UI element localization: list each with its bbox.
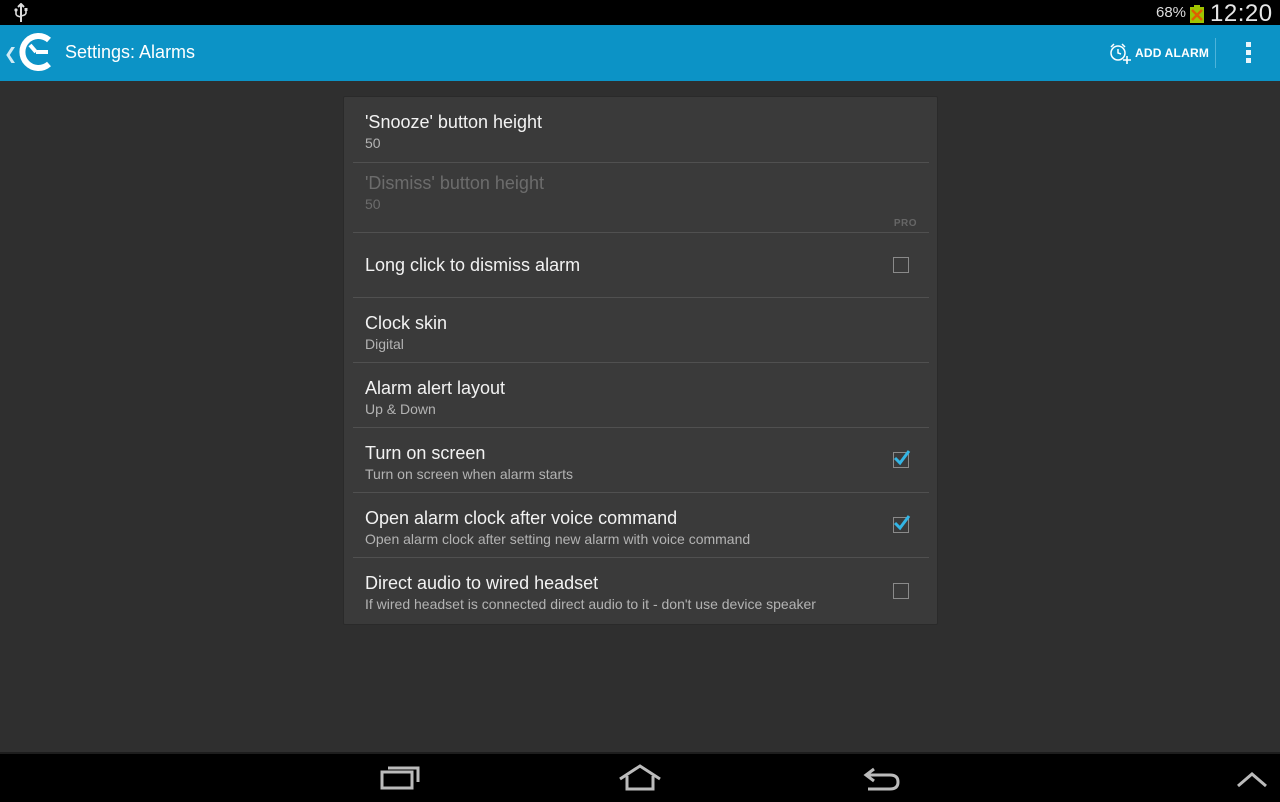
- battery-icon: [1190, 5, 1204, 23]
- setting-value: Up & Down: [365, 401, 436, 417]
- action-bar: ❮ Settings: Alarms ADD ALARM: [0, 25, 1280, 81]
- checkmark-icon: [893, 515, 911, 531]
- setting-title: 'Snooze' button height: [365, 112, 543, 132]
- setting-clock-skin[interactable]: Clock skin Digital: [353, 298, 929, 363]
- setting-summary: If wired headset is connected direct aud…: [365, 596, 816, 612]
- setting-value: 50: [365, 196, 381, 212]
- setting-summary: Turn on screen when alarm starts: [365, 466, 574, 482]
- home-icon[interactable]: [618, 762, 662, 794]
- setting-long-click-dismiss[interactable]: Long click to dismiss alarm: [353, 233, 929, 298]
- turn-on-screen-checkbox[interactable]: [893, 450, 911, 468]
- setting-title: Clock skin: [365, 313, 448, 333]
- setting-title: Turn on screen: [365, 443, 486, 463]
- setting-title: Alarm alert layout: [365, 378, 506, 398]
- settings-card: 'Snooze' button height 50 'Dismiss' butt…: [343, 96, 938, 625]
- setting-turn-on-screen[interactable]: Turn on screen Turn on screen when alarm…: [353, 428, 929, 493]
- voice-command-checkbox[interactable]: [893, 515, 911, 533]
- usb-icon: [14, 3, 28, 22]
- setting-dismiss-button-height: 'Dismiss' button height 50 PRO: [353, 163, 929, 233]
- add-alarm-label: ADD ALARM: [1135, 46, 1210, 60]
- back-icon[interactable]: [860, 762, 904, 794]
- chevron-up-icon[interactable]: [1232, 762, 1276, 794]
- setting-value: Digital: [365, 336, 404, 352]
- setting-snooze-button-height[interactable]: 'Snooze' button height 50: [353, 97, 929, 163]
- app-logo-icon[interactable]: [16, 31, 56, 73]
- long-click-checkbox[interactable]: [893, 257, 909, 273]
- add-alarm-button[interactable]: ADD ALARM: [1104, 25, 1212, 81]
- checkmark-icon: [893, 450, 911, 466]
- setting-title: Direct audio to wired headset: [365, 573, 599, 593]
- page-title: Settings: Alarms: [65, 42, 196, 62]
- recent-apps-icon[interactable]: [378, 762, 422, 794]
- setting-value: 50: [365, 135, 381, 151]
- add-alarm-icon: [1110, 43, 1131, 64]
- pro-badge: PRO: [893, 218, 917, 229]
- setting-summary: Open alarm clock after setting new alarm…: [365, 531, 751, 547]
- setting-alarm-alert-layout[interactable]: Alarm alert layout Up & Down: [353, 363, 929, 428]
- setting-wired-headset[interactable]: Direct audio to wired headset If wired h…: [353, 558, 929, 622]
- status-bar: 68% 12:20: [0, 0, 1280, 27]
- wired-headset-checkbox[interactable]: [893, 583, 909, 599]
- setting-voice-command[interactable]: Open alarm clock after voice command Ope…: [353, 493, 929, 558]
- overflow-menu-icon[interactable]: [1236, 39, 1260, 67]
- action-bar-divider: [1215, 38, 1216, 68]
- setting-title: Open alarm clock after voice command: [365, 508, 678, 528]
- setting-title: 'Dismiss' button height: [365, 173, 544, 193]
- battery-percent: 68%: [1156, 4, 1187, 21]
- status-clock: 12:20: [1210, 0, 1273, 27]
- navigation-bar: [0, 752, 1280, 802]
- setting-title: Long click to dismiss alarm: [365, 255, 581, 275]
